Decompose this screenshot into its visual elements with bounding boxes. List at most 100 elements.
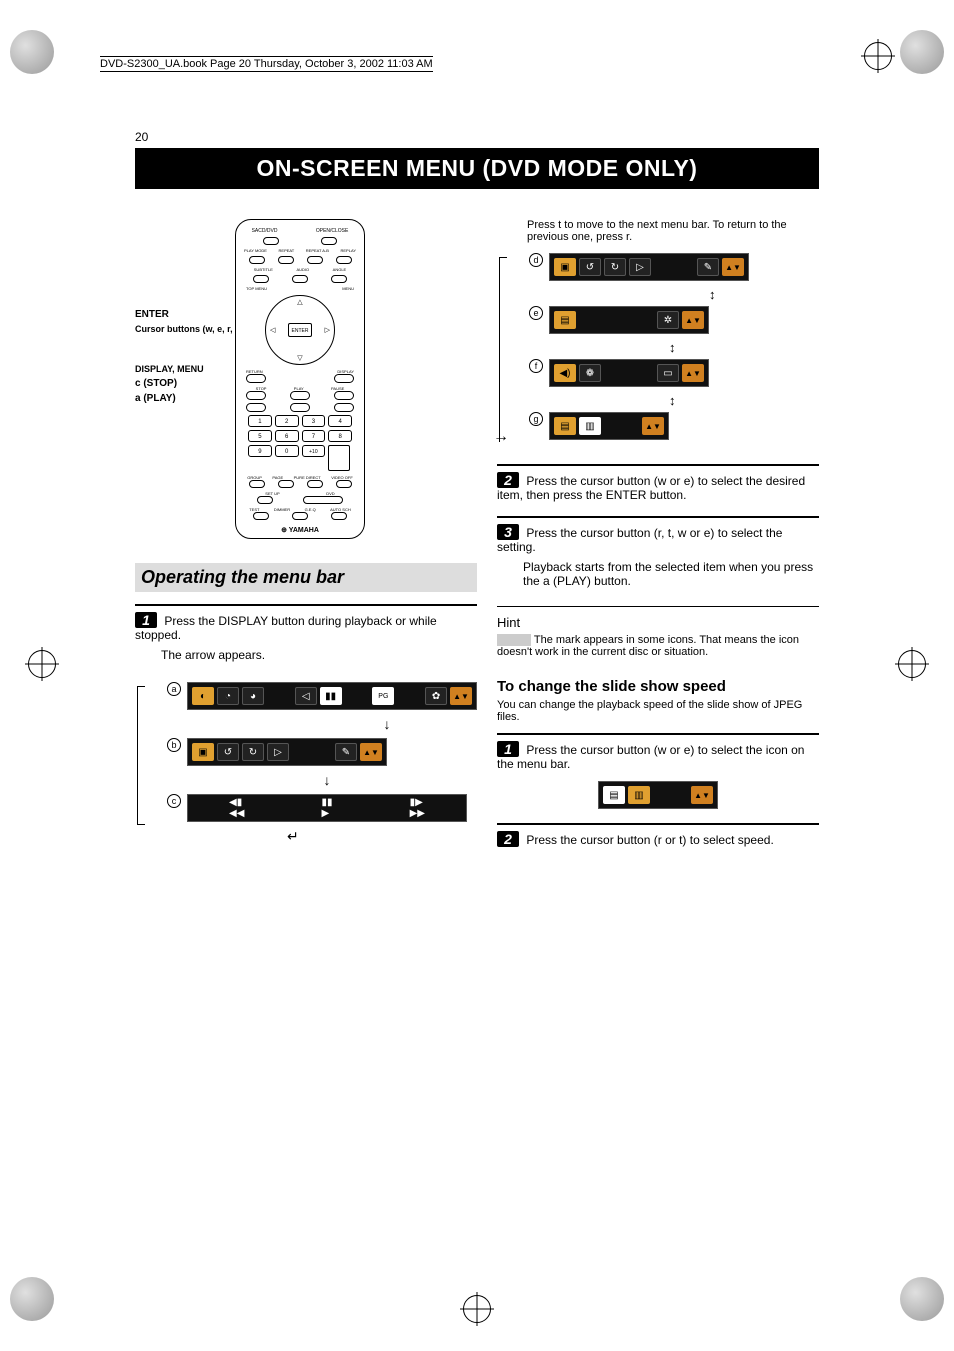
step-3-text: Press the cursor button (r, t, w or e) t… [497, 526, 782, 554]
brand-logo: ⊕ YAMAHA [242, 526, 358, 534]
menu-icon: ◐ [192, 687, 214, 705]
remote-number: 4 [328, 415, 352, 427]
hint-label: Hint [497, 615, 819, 630]
callout-display: DISPLAY, MENU [135, 364, 241, 374]
btn-label: SUBTITLE [254, 267, 273, 272]
callout-stop: c (STOP) [135, 378, 241, 389]
menu-bar-c: ◀▮◀◀ ▮▮▶ ▮▶▶▶ [187, 794, 467, 822]
menu-end-icon: ▲▼ [360, 743, 382, 761]
step-number-icon: 3 [497, 524, 519, 540]
menu-icon: ◁ [295, 687, 317, 705]
menu-icon: ▷ [267, 743, 289, 761]
diagram-label-f: f [529, 359, 543, 373]
step-2: 2 Press the cursor button (w or e) to se… [497, 472, 819, 502]
diagram-label-c: c [167, 794, 181, 808]
diagram-label-g: g [529, 412, 543, 426]
menu-icon: ▤ [554, 311, 576, 329]
registration-mark-icon [28, 650, 56, 678]
menu-icon: ▣ [554, 258, 576, 276]
step-2-text: Press the cursor button (w or e) to sele… [497, 474, 805, 502]
menubar-diagram-left: a ◐ ◔ ◕ ◁ ▮▮ PG ✿ ▲ [135, 682, 477, 845]
remote-number: +10 [302, 445, 326, 457]
slide-step-2-text: Press the cursor button (r or t) to sele… [526, 833, 773, 847]
registration-mark-icon [463, 1295, 491, 1323]
step-number-icon: 1 [497, 741, 519, 757]
updown-arrow-icon: ↕ [669, 340, 709, 355]
menu-bar-g: ▤ ▥ ▲▼ [549, 412, 669, 440]
gray-mark-icon [497, 634, 531, 646]
btn-label: AUDIO [296, 267, 309, 272]
registration-mark-icon [864, 42, 892, 70]
btn-label: REPEAT A-B [306, 248, 329, 253]
menu-icon: ◔ [217, 687, 239, 705]
btn-label: TOP MENU [246, 286, 267, 291]
menu-end-icon: ▲▼ [450, 687, 472, 705]
btn-label: DIMMER [274, 507, 290, 512]
remote-number: 5 [248, 430, 272, 442]
menu-end-icon: ▲▼ [642, 417, 664, 435]
menu-icon: ▤ [554, 417, 576, 435]
registration-mark-icon [898, 650, 926, 678]
menu-icon: ▮▮ [320, 687, 342, 705]
step-divider [135, 604, 477, 606]
remote-control-icon: SACD/DVDOPEN/CLOSE PLAY MODEREPEATREPEAT… [235, 219, 365, 539]
btn-label: SACD/DVD [252, 228, 278, 234]
callout-play: a (PLAY) [135, 393, 241, 404]
menu-icon: ↻ [242, 743, 264, 761]
menu-icon: ◕ [242, 687, 264, 705]
menu-icon: ↺ [579, 258, 601, 276]
remote-number: 6 [275, 430, 299, 442]
slide-step-1: 1 Press the cursor button (w or e) to se… [497, 741, 819, 771]
diagram-label-e: e [529, 306, 543, 320]
slide-step-2: 2 Press the cursor button (r or t) to se… [497, 831, 819, 847]
btn-label: G.E.Q [305, 507, 316, 512]
remote-number: 8 [328, 430, 352, 442]
dpad-icon: △ ▽ ◁ ▷ ENTER [265, 295, 335, 365]
menu-icon: ✲ [657, 311, 679, 329]
menu-icon: ↻ [604, 258, 626, 276]
page-title: ON-SCREEN MENU (DVD MODE ONLY) [135, 148, 819, 189]
down-arrow-icon: ↓ [297, 716, 477, 732]
menu-bar-a: ◐ ◔ ◕ ◁ ▮▮ PG ✿ ▲▼ [187, 682, 477, 710]
menu-end-icon: ▲▼ [691, 786, 713, 804]
menu-icon: ▣ [192, 743, 214, 761]
right-top-lead: Press t to move to the next menu bar. To… [527, 219, 819, 243]
remote-callouts: ENTER Cursor buttons (w, e, r, t) DISPLA… [135, 309, 241, 408]
callout-cursors: Cursor buttons (w, e, r, t) [135, 324, 241, 334]
remote-number: 7 [302, 430, 326, 442]
btn-label: OPEN/CLOSE [316, 228, 349, 234]
btn-label: REPLAY [341, 248, 357, 253]
menu-bar-slide: ▤ ▥ ▲▼ [598, 781, 718, 809]
btn-label: REPEAT [279, 248, 295, 253]
diagram-label-a: a [167, 682, 181, 696]
step-1-text: Press the DISPLAY button during playback… [135, 614, 437, 642]
menu-icon: PG [372, 687, 394, 705]
menu-icon: ✿ [425, 687, 447, 705]
page-header-meta: DVD-S2300_UA.book Page 20 Thursday, Octo… [100, 56, 433, 72]
corner-decoration [900, 1277, 944, 1321]
slide-step-1-text: Press the cursor button (w or e) to sele… [497, 743, 804, 771]
rew-icon: ◀▮◀◀ [229, 797, 244, 819]
menu-icon: ▷ [629, 258, 651, 276]
hint-section: Hint The mark appears in some icons. Tha… [497, 606, 819, 658]
step-divider [497, 516, 819, 518]
corner-decoration [900, 30, 944, 74]
menu-icon: ▤ [603, 786, 625, 804]
remote-number: 3 [302, 415, 326, 427]
callout-enter: ENTER [135, 309, 241, 320]
menu-icon: ↺ [217, 743, 239, 761]
remote-number: 2 [275, 415, 299, 427]
step-divider [497, 464, 819, 466]
step-divider [497, 823, 819, 825]
step-number-icon: 2 [497, 472, 519, 488]
menubar-diagram-right: → d ▣ ↺ ↻ ▷ ✎ ▲▼ ↕ [497, 253, 819, 446]
remote-number: 0 [275, 445, 299, 457]
remote-number: 1 [248, 415, 272, 427]
menu-end-icon: ▲▼ [682, 311, 704, 329]
ff-icon: ▮▶▶▶ [410, 797, 425, 819]
corner-decoration [10, 30, 54, 74]
menu-end-icon: ▲▼ [682, 364, 704, 382]
subsection-desc: You can change the playback speed of the… [497, 699, 819, 723]
return-arrow-icon: ↵ [287, 828, 467, 845]
subsection-title: To change the slide show speed [497, 678, 819, 695]
